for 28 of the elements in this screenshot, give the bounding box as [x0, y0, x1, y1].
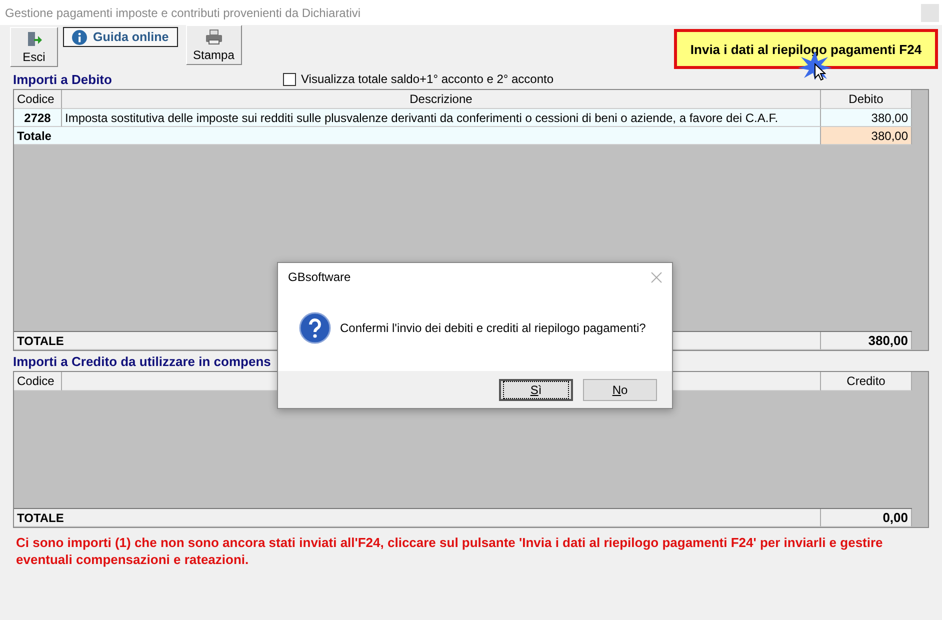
cursor-icon	[814, 63, 826, 81]
table-cell: 380,00	[821, 127, 912, 145]
table-cell: 380,00	[821, 332, 912, 350]
help-button[interactable]: Guida online	[63, 27, 178, 47]
send-to-f24-button[interactable]: Invia i dati al riepilogo pagamenti F24	[674, 29, 938, 69]
table-cell: 0,00	[821, 509, 912, 527]
close-button[interactable]	[921, 4, 939, 22]
column-header: Codice	[14, 372, 62, 391]
close-icon[interactable]	[651, 272, 662, 282]
section-title: Importi a Debito	[13, 72, 113, 86]
yes-button[interactable]: Sì	[499, 378, 573, 400]
info-icon	[72, 30, 87, 44]
dialog-title: GBsoftware	[288, 270, 351, 284]
table-cell: Totale	[14, 127, 821, 145]
print-button[interactable]: Stampa	[186, 25, 242, 65]
dialog-message: Confermi l'invio dei debiti e crediti al riepilogo pagamenti?	[340, 321, 646, 335]
section-title: Importi a Credito da utilizzare in compens	[13, 354, 272, 368]
door-arrow-icon	[26, 31, 42, 47]
warning-message: Ci sono importi (1) che non sono ancora stati inviati all'F24, cliccare sul pulsante 'Invia i dati al riepilogo pagamenti F24' per inviarli e gestire eventuali compensazioni e rateazioni.	[16, 534, 884, 568]
checkbox-label: Visualizza totale saldo+1° acconto e 2° acconto	[301, 72, 554, 86]
column-header: Credito	[821, 372, 912, 391]
question-icon	[299, 312, 331, 344]
exit-button[interactable]: Esci	[10, 27, 58, 67]
table-cell: TOTALE	[14, 509, 821, 527]
checkbox[interactable]	[283, 72, 296, 86]
window-title: Gestione pagamenti imposte e contributi provenienti da Dichiarativi	[5, 6, 361, 20]
no-button[interactable]: No	[583, 378, 657, 400]
printer-icon	[204, 29, 223, 45]
